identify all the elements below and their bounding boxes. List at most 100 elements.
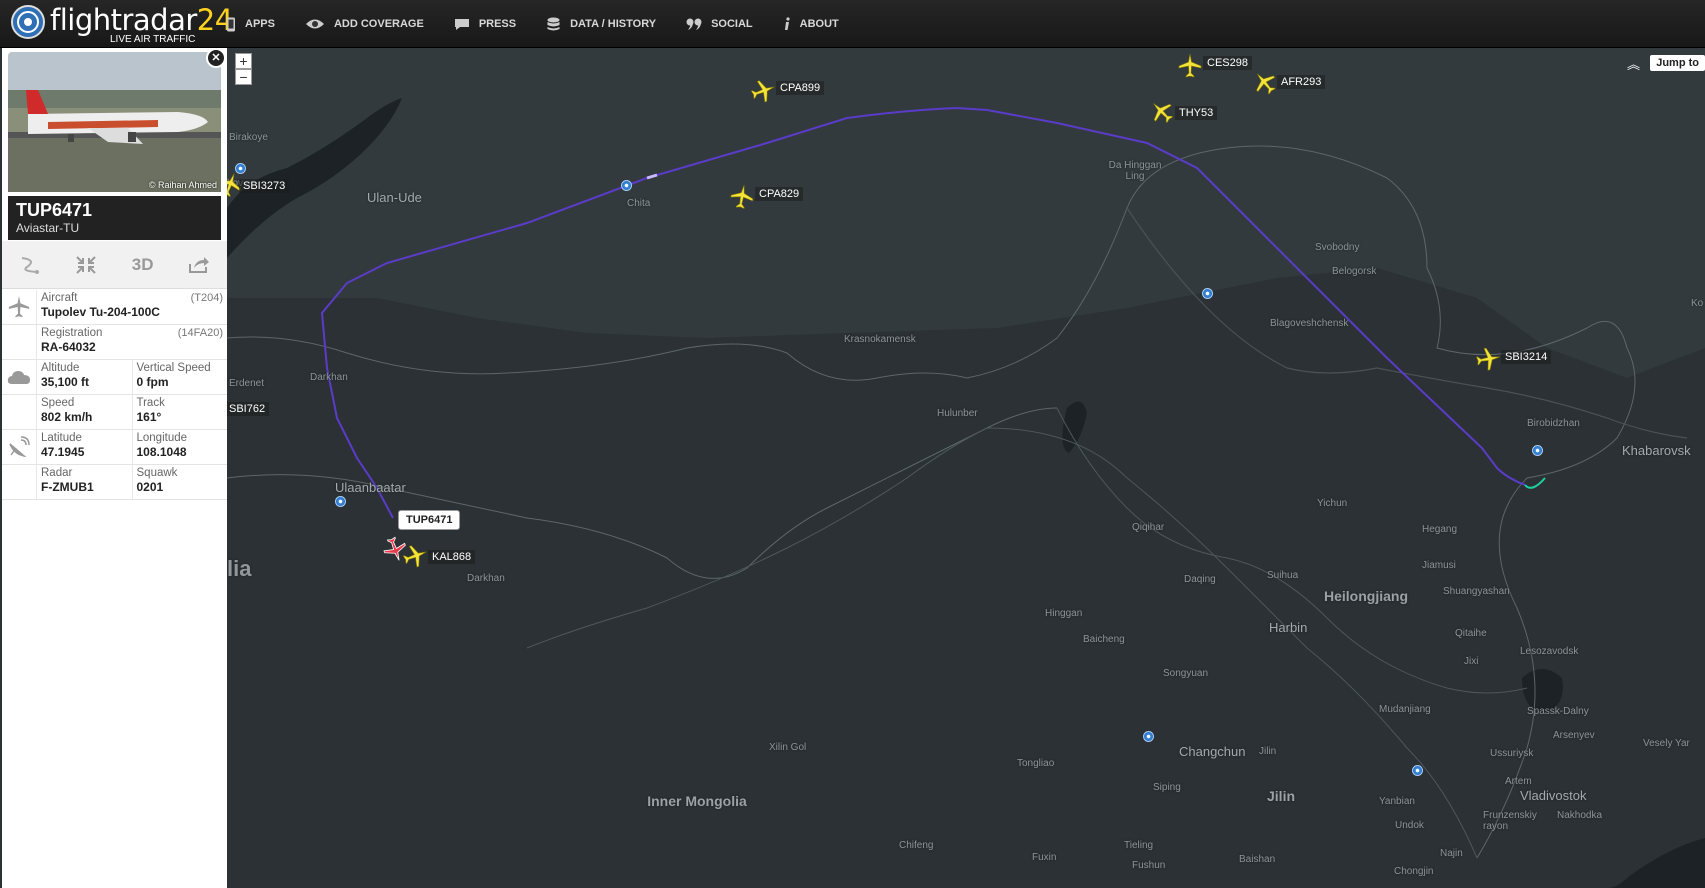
city-marker[interactable] (621, 180, 632, 191)
aircraft-photo[interactable]: © Raihan Ahmed (8, 52, 221, 192)
selected-flight-label[interactable]: TUP6471 (398, 510, 461, 530)
place-label: Blagoveshchensk (1270, 318, 1349, 329)
hulun-lake (1062, 401, 1087, 453)
nav-apps-label: APPS (245, 18, 275, 30)
airplane-icon (2, 290, 36, 324)
place-label: Darkhan (467, 573, 505, 584)
place-label: Da Hinggan Ling (1108, 160, 1162, 182)
place-label: Darkhan (310, 372, 348, 383)
zoom-out-button[interactable]: − (235, 69, 252, 85)
place-label: Hinggan (1045, 608, 1083, 619)
flight-callsign[interactable]: SBI3214 (1501, 350, 1552, 364)
airplane-icon[interactable] (1473, 344, 1503, 374)
airplane-icon[interactable] (1177, 53, 1203, 79)
place-label: Jiamusi (1422, 560, 1456, 571)
flight-number: TUP6471 (16, 200, 93, 220)
nav-about[interactable]: ABOUT (783, 0, 839, 48)
place-label: Frunzenskiy rayon (1483, 810, 1537, 832)
nav-apps[interactable]: APPS (226, 0, 275, 48)
brand-tagline: LIVE AIR TRAFFIC (110, 34, 196, 45)
registration-cell: Registration (14FA20) RA-64032 (36, 325, 227, 359)
russia-landmass (227, 48, 1705, 378)
brand-name: flightradar24 (50, 3, 233, 37)
city-marker[interactable] (235, 163, 246, 174)
aircraft-value: Tupolev Tu-204-100C (41, 305, 160, 319)
main-nav: APPS ADD COVERAGE PRESS DATA / HISTORY S… (226, 0, 869, 48)
satellite-dish-icon (2, 430, 36, 464)
cloud-icon (2, 360, 36, 394)
latitude-value: 47.1945 (41, 445, 85, 459)
map-view[interactable]: + − ︽ Jump to Birakoye Ulan-Ude Chita Da… (227, 48, 1705, 888)
city-marker[interactable] (1143, 731, 1154, 742)
registration-value: RA-64032 (41, 340, 96, 354)
airplane-icon[interactable] (727, 182, 757, 212)
3d-view-button[interactable]: 3D (115, 241, 171, 288)
nav-data-history[interactable]: DATA / HISTORY (546, 0, 656, 48)
jump-to-button[interactable]: Jump to (1650, 55, 1705, 71)
detail-row-registration: Registration (14FA20) RA-64032 (2, 325, 227, 360)
place-label: Artem (1505, 776, 1532, 787)
place-label: Shuangyashan (1443, 586, 1510, 597)
registration-code: (14FA20) (177, 327, 223, 339)
latitude-cell: Latitude 47.1945 (36, 430, 132, 464)
altitude-value: 35,100 ft (41, 375, 90, 389)
detail-row-position: Latitude 47.1945 Longitude 108.1048 (2, 430, 227, 465)
nav-press[interactable]: PRESS (454, 0, 516, 48)
place-label: Qitaihe (1455, 628, 1487, 639)
longitude-cell: Longitude 108.1048 (131, 430, 228, 464)
flight-callsign[interactable]: CPA899 (776, 81, 825, 95)
place-label: Tongliao (1017, 758, 1055, 769)
vertical-speed-label: Vertical Speed (136, 362, 211, 374)
nav-social[interactable]: SOCIAL (686, 0, 753, 48)
airline-name: Aviastar-TU (16, 221, 80, 235)
flight-callsign[interactable]: THY53 (1175, 106, 1218, 120)
close-panel-button[interactable]: ✕ (206, 48, 226, 68)
vertical-speed-cell: Vertical Speed 0 fpm (131, 360, 228, 394)
eye-icon (305, 19, 324, 29)
flight-callsign[interactable]: KAL868 (428, 550, 476, 564)
place-label: Erdenet (229, 378, 265, 389)
photo-credit: © Raihan Ahmed (148, 180, 217, 190)
city-marker[interactable] (1412, 765, 1423, 776)
sea-of-japan (1607, 838, 1705, 888)
flight-header: TUP6471 Aviastar-TU (8, 196, 221, 240)
place-label: Fuxin (1032, 852, 1057, 863)
fit-view-button[interactable] (58, 241, 114, 288)
detail-row-aircraft: Aircraft (T204) Tupolev Tu-204-100C (2, 290, 227, 325)
place-label: Songyuan (1163, 668, 1209, 679)
flight-callsign[interactable]: AFR293 (1277, 75, 1326, 89)
flight-callsign[interactable]: CES298 (1203, 56, 1252, 70)
flight-callsign[interactable]: SBI762 (227, 402, 270, 416)
flightradar24-logo[interactable]: flightradar24 LIVE AIR TRAFFIC (10, 3, 233, 45)
place-label: Chongjin (1394, 866, 1434, 877)
route-icon (21, 256, 40, 274)
place-label: Ulaanbaatar (335, 480, 406, 495)
place-label: Jilin (1267, 788, 1296, 804)
place-label: Baishan (1239, 854, 1276, 865)
nav-add-coverage[interactable]: ADD COVERAGE (305, 0, 424, 48)
longitude-label: Longitude (136, 432, 188, 444)
place-label: Ko (1691, 298, 1704, 309)
nav-about-label: ABOUT (799, 18, 839, 30)
track-label: Track (136, 397, 165, 409)
place-label: Jilin (1259, 746, 1277, 757)
city-marker[interactable] (1202, 288, 1213, 299)
aircraft-cell: Aircraft (T204) Tupolev Tu-204-100C (36, 290, 227, 324)
place-label: Nakhodka (1557, 810, 1603, 821)
place-label: Chita (627, 198, 651, 209)
flight-callsign[interactable]: SBI3273 (239, 179, 290, 193)
aircraft-photo-image (8, 52, 221, 192)
radar-label: Radar (41, 467, 73, 479)
zoom-in-button[interactable]: + (235, 53, 252, 69)
place-label: Suihua (1267, 570, 1299, 581)
flight-callsign[interactable]: CPA829 (755, 187, 804, 201)
city-marker[interactable] (335, 496, 346, 507)
place-label: Hegang (1422, 524, 1458, 535)
collapse-icon[interactable]: ︽ (1627, 54, 1640, 73)
route-button[interactable] (2, 241, 58, 288)
place-label: Qiqihar (1132, 522, 1165, 533)
track-cell: Track 161° (131, 395, 228, 429)
share-button[interactable] (171, 241, 227, 288)
latitude-label: Latitude (41, 432, 82, 444)
city-marker[interactable] (1532, 445, 1543, 456)
